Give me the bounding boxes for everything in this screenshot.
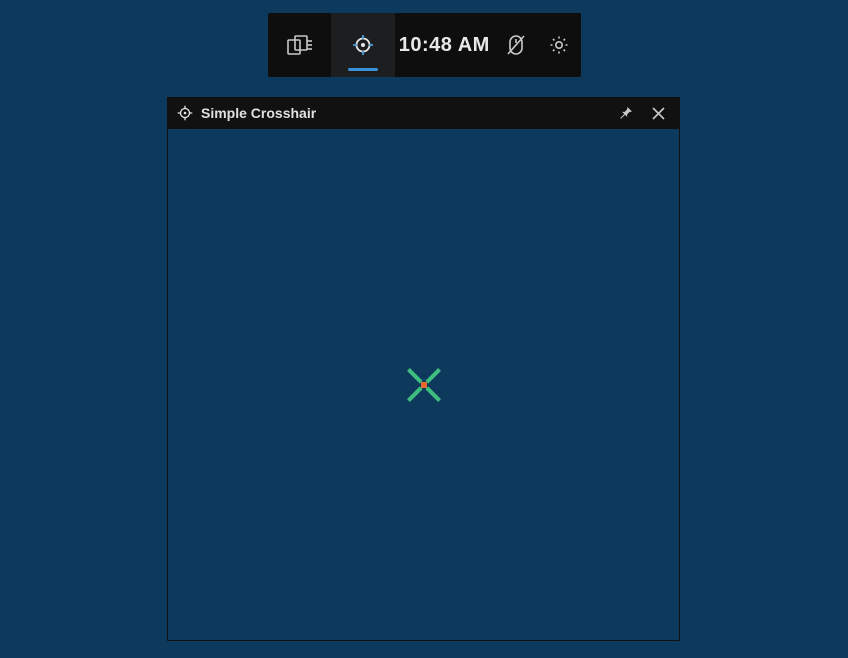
- pin-icon: [619, 106, 633, 120]
- close-icon: [652, 107, 665, 120]
- crosshair-line: [407, 386, 423, 402]
- crosshair-app-icon: [177, 105, 193, 121]
- pin-button[interactable]: [614, 101, 638, 125]
- overlay-toolbar: 10:48 AM: [268, 13, 581, 77]
- crosshair-dot: [421, 382, 427, 388]
- crosshair-toggle-button[interactable]: [331, 13, 394, 77]
- window-titlebar[interactable]: Simple Crosshair: [167, 97, 680, 129]
- crosshair-line: [425, 368, 441, 384]
- gear-icon: [549, 35, 569, 55]
- crosshair-preview-area: [168, 129, 679, 640]
- window-title: Simple Crosshair: [201, 105, 606, 121]
- mouse-disabled-icon: [507, 34, 525, 56]
- settings-button[interactable]: [537, 13, 581, 77]
- clock-display[interactable]: 10:48 AM: [395, 13, 494, 77]
- disable-mouse-button[interactable]: [494, 13, 538, 77]
- widgets-button[interactable]: [268, 13, 331, 77]
- close-button[interactable]: [646, 101, 670, 125]
- clock-text: 10:48 AM: [399, 34, 490, 57]
- crosshair-window: Simple Crosshair: [167, 97, 680, 641]
- crosshair-line: [425, 386, 441, 402]
- crosshair-graphic: [404, 365, 444, 405]
- widgets-icon: [287, 35, 313, 55]
- crosshair-icon: [352, 34, 374, 56]
